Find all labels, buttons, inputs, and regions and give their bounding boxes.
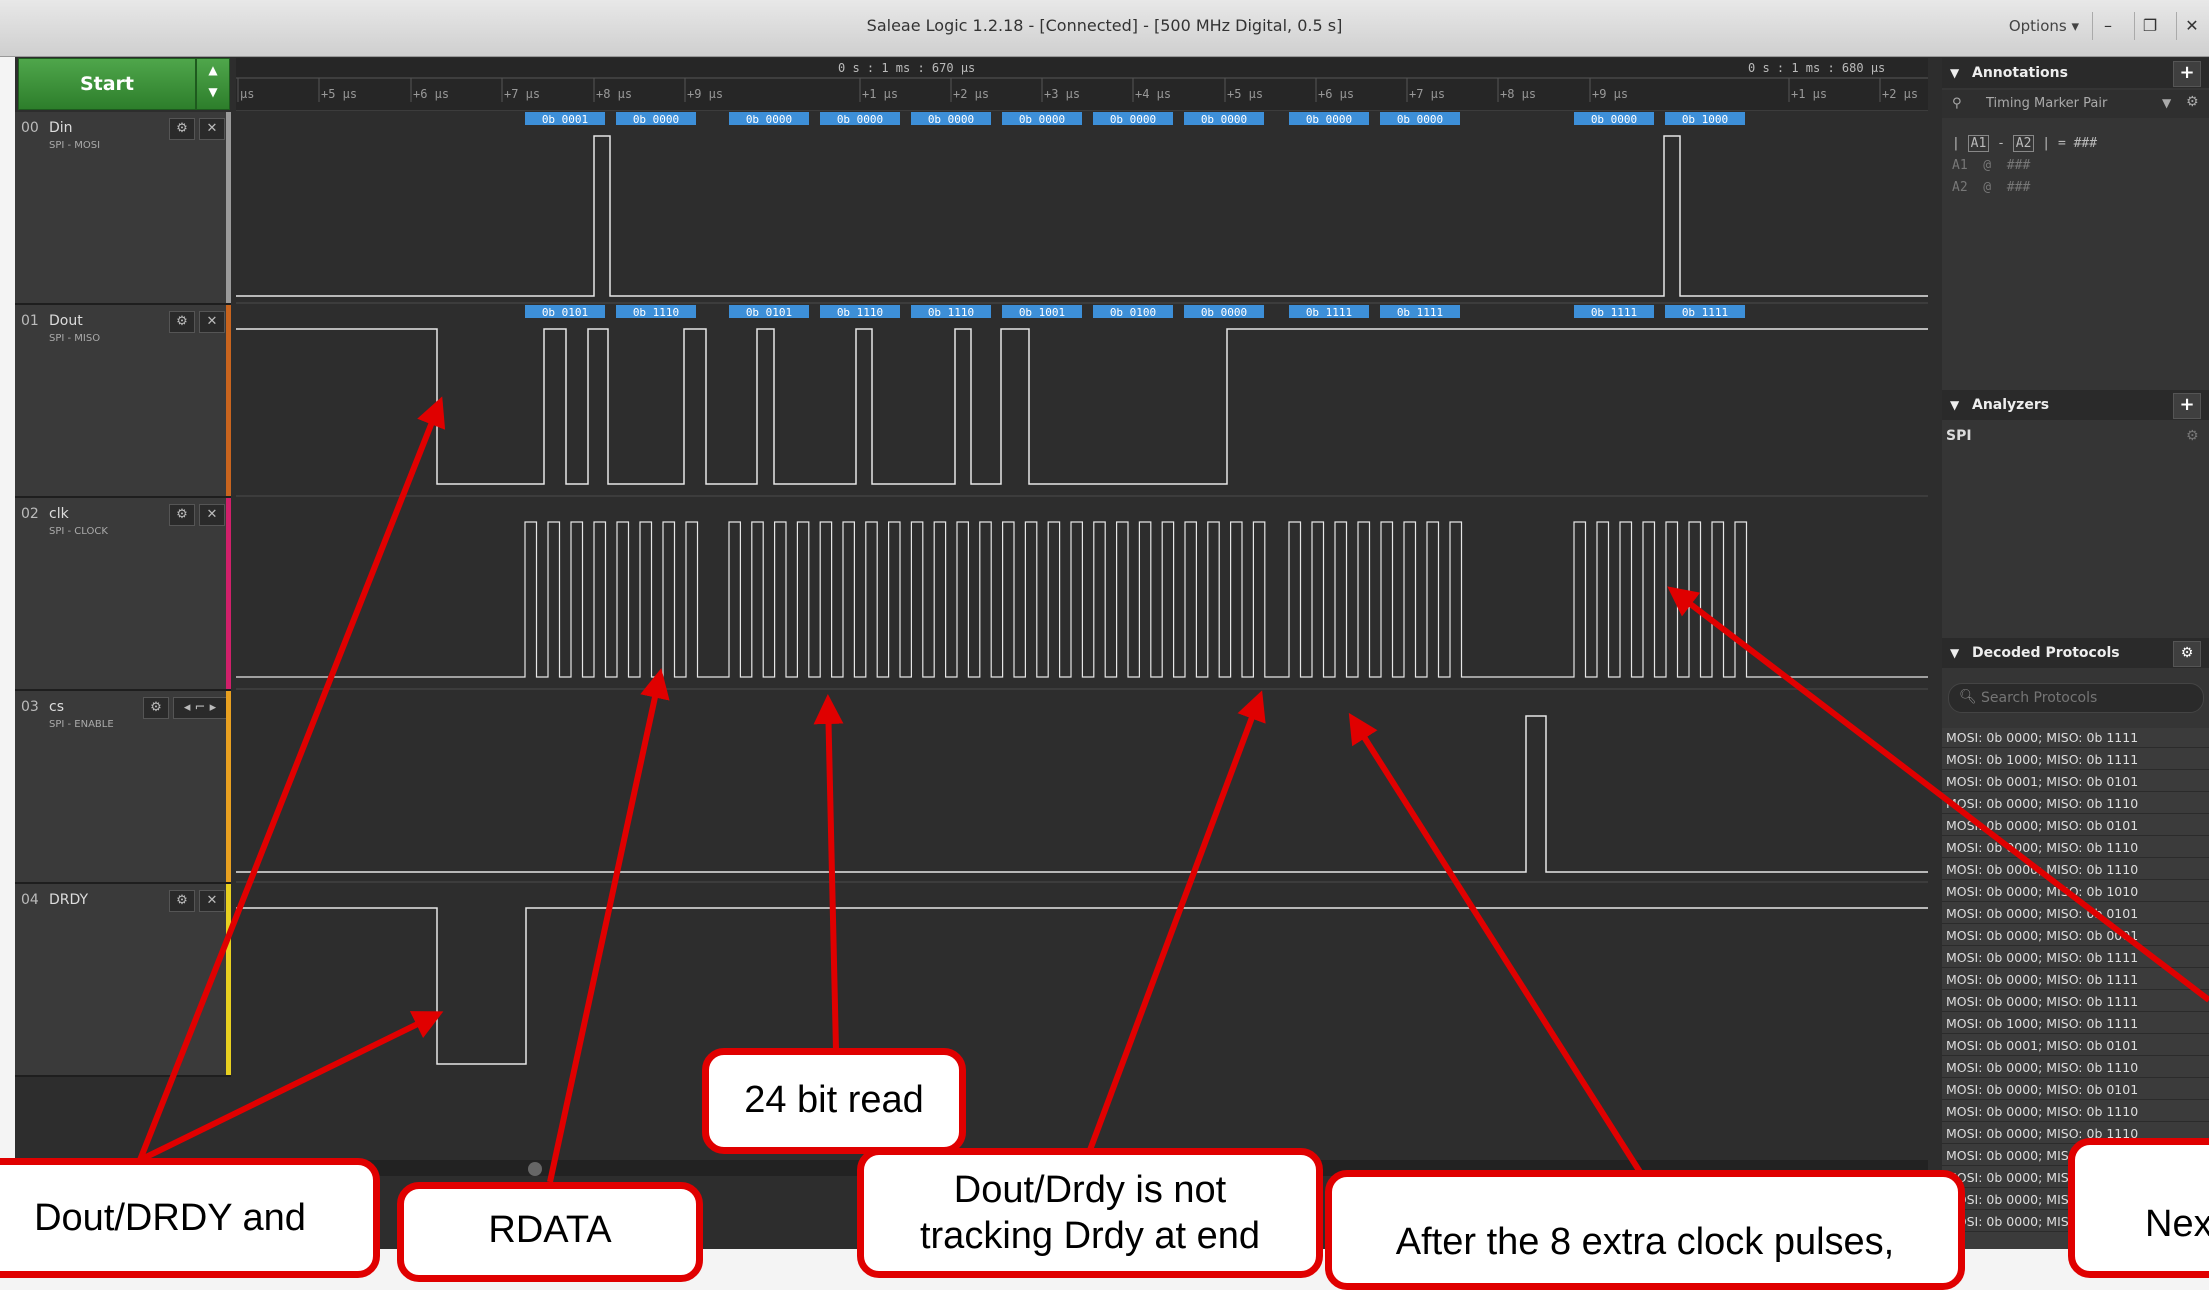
arrow-to-extra-clocks xyxy=(1348,712,1643,1174)
arrows xyxy=(137,396,2209,1183)
arrow-to-next xyxy=(1667,586,2209,1003)
arrow-to-dout-fall xyxy=(137,396,446,1162)
arrow-to-rdata xyxy=(547,668,670,1183)
arrow-to-drdy-fall xyxy=(138,1011,444,1163)
arrow-to-24bit xyxy=(813,694,844,1051)
arrow-to-dout-end xyxy=(1087,690,1266,1152)
arrow-overlay xyxy=(137,396,2209,1183)
